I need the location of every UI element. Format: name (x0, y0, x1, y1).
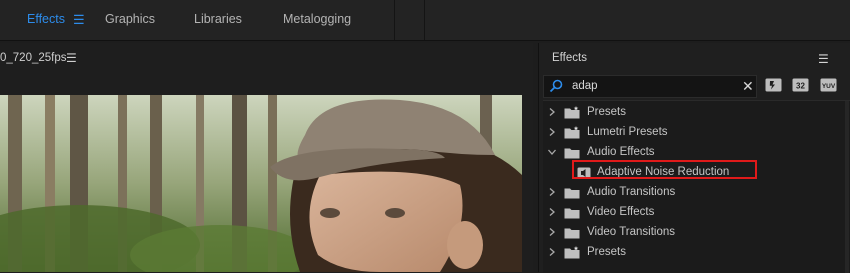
chevron-down-icon[interactable] (547, 147, 557, 157)
clear-search-icon[interactable]: ✕ (742, 77, 754, 95)
chevron-right-icon[interactable] (547, 127, 557, 137)
workspace-tab-graphics[interactable]: Graphics (105, 12, 155, 26)
workspace-bar: Effects ☰ Graphics Libraries Metalogging (0, 0, 850, 41)
scrollbar[interactable] (845, 101, 849, 273)
chevron-right-icon[interactable] (547, 207, 557, 217)
workspace-tab-libraries[interactable]: Libraries (194, 12, 242, 26)
tree-item-label: Audio Effects (587, 146, 655, 158)
divider (424, 0, 425, 40)
tree-item-video-transitions[interactable]: Video Transitions (543, 223, 850, 243)
tree-item-presets-2[interactable]: Presets (543, 243, 850, 263)
program-monitor-panel: 0_720_25fps ☰ (0, 43, 533, 272)
preset-folder-icon (564, 246, 580, 259)
tree-item-video-effects[interactable]: Video Effects (543, 203, 850, 223)
tree-item-label: Lumetri Presets (587, 126, 668, 138)
monitor-panel-menu-icon[interactable]: ☰ (66, 51, 77, 65)
effects-search-input[interactable] (572, 78, 732, 94)
yuv-label: YUV (822, 83, 836, 90)
accelerated-effects-icon[interactable] (765, 78, 782, 92)
video-preview[interactable] (0, 95, 522, 272)
chevron-right-icon[interactable] (547, 187, 557, 197)
tree-item-lumetri-presets[interactable]: Lumetri Presets (543, 123, 850, 143)
search-icon (549, 79, 563, 93)
monitor-sequence-title[interactable]: 0_720_25fps (0, 52, 67, 64)
chevron-right-icon[interactable] (547, 107, 557, 117)
effects-panel-menu-icon[interactable]: ☰ (818, 52, 829, 66)
tree-item-label: Audio Transitions (587, 186, 676, 198)
highlight-annotation (572, 160, 757, 179)
chevron-right-icon[interactable] (547, 247, 557, 257)
effects-tree: Presets Lumetri Presets Audio Effects Ad… (543, 100, 850, 273)
32-bit-label: 32 (796, 82, 805, 91)
video-frame-image (0, 95, 522, 272)
tree-item-label: Video Effects (587, 206, 655, 218)
workspace-menu-icon[interactable]: ☰ (73, 12, 85, 28)
effects-panel-title[interactable]: Effects (552, 52, 587, 64)
preset-folder-icon (564, 126, 580, 139)
tree-item-presets[interactable]: Presets (543, 103, 850, 123)
folder-icon (564, 148, 580, 159)
effects-search-box[interactable]: ✕ (543, 75, 757, 98)
workspace-tab-effects[interactable]: Effects (27, 12, 65, 26)
tree-item-label: Presets (587, 246, 626, 258)
folder-icon (564, 228, 580, 239)
folder-icon (564, 188, 580, 199)
tree-item-audio-transitions[interactable]: Audio Transitions (543, 183, 850, 203)
effects-panel: Effects ☰ ✕ 32 YUV Presets Lumetri P (538, 43, 850, 273)
32-bit-color-icon[interactable]: 32 (792, 78, 809, 92)
yuv-icon[interactable]: YUV (820, 78, 837, 92)
workspace-tab-metalogging[interactable]: Metalogging (283, 12, 351, 26)
tree-item-label: Video Transitions (587, 226, 676, 238)
tree-item-label: Presets (587, 106, 626, 118)
chevron-right-icon[interactable] (547, 227, 557, 237)
folder-icon (564, 208, 580, 219)
divider (394, 0, 395, 40)
preset-folder-icon (564, 106, 580, 119)
